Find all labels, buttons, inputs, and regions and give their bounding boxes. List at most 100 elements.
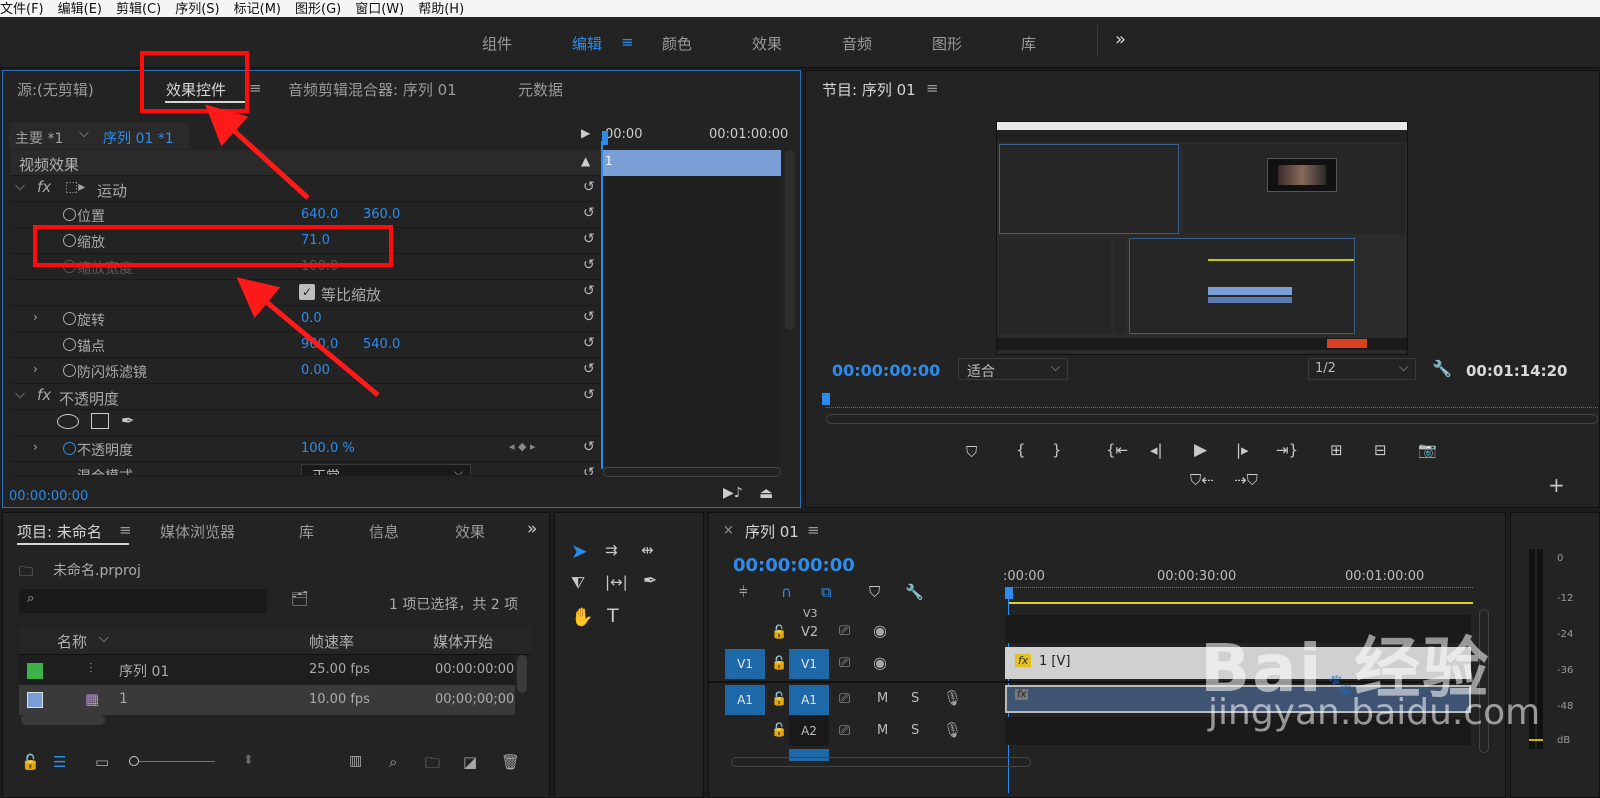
microphone-icon[interactable]: 🎙 xyxy=(943,721,962,739)
menu-clip[interactable]: 剪辑(C) xyxy=(116,3,161,17)
fx-icon[interactable]: fx xyxy=(37,386,51,404)
keyframe-nav-icon[interactable]: ◂ ◆ ▸ xyxy=(509,440,536,453)
lock-icon[interactable]: 🔓 xyxy=(771,692,787,707)
workspace-graphics[interactable]: 图形 xyxy=(932,33,962,54)
timeline-scrollbar-horizontal[interactable] xyxy=(731,757,1031,767)
overwrite-icon[interactable]: ⇢⛉ xyxy=(1234,471,1258,489)
table-row[interactable]: ⫶ 序列 01 25.00 fps 00:00:00:00 xyxy=(19,655,515,685)
prop-row-blend[interactable]: 混合模式 正常 ⌵ ↺ xyxy=(11,462,601,476)
tab-source[interactable]: 源:(无剪辑) xyxy=(17,79,94,100)
mark-out-icon[interactable]: } xyxy=(1052,441,1062,459)
sequence-label[interactable]: 序列 01 *1 xyxy=(103,128,174,148)
track-select-tool-icon[interactable]: ⇉ xyxy=(605,541,618,559)
tab-metadata[interactable]: 元数据 xyxy=(518,79,563,100)
insert-icon[interactable]: ⛉⇠ xyxy=(1190,471,1214,489)
rectangle-mask-icon[interactable] xyxy=(91,413,109,429)
reset-icon[interactable]: ↺ xyxy=(583,465,595,475)
zoom-slider-handle[interactable] xyxy=(129,756,139,766)
tab-effects[interactable]: 效果 xyxy=(455,521,485,542)
sync-lock-icon[interactable]: ⎚ xyxy=(839,655,850,671)
zoom-slider-track[interactable] xyxy=(139,761,215,762)
reset-icon[interactable]: ↺ xyxy=(583,361,595,377)
menu-help[interactable]: 帮助(H) xyxy=(418,3,464,17)
mark-in-icon[interactable]: { xyxy=(1016,441,1026,459)
ripple-edit-tool-icon[interactable]: ⇹ xyxy=(641,541,654,559)
new-bin-from-search-icon[interactable]: 🗂 xyxy=(291,591,309,607)
prop-row-opacity[interactable]: › 不透明度 100.0 % ◂ ◆ ▸ ↺ xyxy=(11,436,601,462)
project-scrollbar-vertical[interactable] xyxy=(517,655,527,693)
resolution-select[interactable]: 1/2 ⌵ xyxy=(1308,358,1416,380)
step-forward-icon[interactable]: |▸ xyxy=(1236,441,1249,459)
stopwatch-icon[interactable] xyxy=(63,364,76,377)
reset-icon[interactable]: ↺ xyxy=(583,257,595,273)
workspace-effects[interactable]: 效果 xyxy=(752,33,782,54)
chevron-right-icon[interactable]: › xyxy=(33,310,38,324)
go-to-in-icon[interactable]: {⇤ xyxy=(1106,441,1128,459)
sync-lock-icon[interactable]: ⎚ xyxy=(839,623,850,639)
camera-icon[interactable]: 📷 xyxy=(1418,441,1437,459)
timeline-timecode[interactable]: 00:00:00:00 xyxy=(733,555,855,576)
menu-window[interactable]: 窗口(W) xyxy=(355,3,404,17)
program-monitor-title[interactable]: 节目: 序列 01 xyxy=(822,79,916,100)
sync-lock-icon[interactable]: ⎚ xyxy=(839,691,850,707)
reset-icon[interactable]: ↺ xyxy=(583,335,595,351)
stopwatch-icon[interactable] xyxy=(63,208,76,221)
source-patch-v1[interactable]: V1 xyxy=(725,649,765,679)
reset-icon[interactable]: ↺ xyxy=(583,439,595,455)
slip-tool-icon[interactable]: |↔| xyxy=(605,573,628,591)
prop-value-rotation[interactable]: 0.0 xyxy=(301,311,322,326)
workspace-more-icon[interactable]: » xyxy=(1115,29,1126,50)
prop-value-y[interactable]: 360.0 xyxy=(363,207,400,222)
label-color-swatch[interactable] xyxy=(27,663,43,679)
wrench-icon[interactable]: 🔧 xyxy=(1432,359,1452,378)
icon-view-icon[interactable]: ▭ xyxy=(95,753,109,771)
find-icon[interactable]: ⌕ xyxy=(389,753,397,771)
workspace-audio[interactable]: 音频 xyxy=(842,33,872,54)
timeline-playhead[interactable] xyxy=(1005,587,1013,599)
track-label-v3[interactable]: V3 xyxy=(803,607,818,620)
linked-selection-icon[interactable]: ⧉ xyxy=(821,583,832,601)
master-label[interactable]: 主要 *1 xyxy=(15,128,63,148)
table-row[interactable]: ▦ 1 10.00 fps 00;00;00;00 xyxy=(19,685,515,715)
export-frame-icon[interactable]: ⏏ xyxy=(759,484,773,502)
new-item-icon[interactable]: ◪ xyxy=(463,753,477,771)
chevron-right-icon[interactable]: › xyxy=(33,440,38,454)
work-area-bar[interactable] xyxy=(1009,602,1473,604)
lock-icon[interactable]: 🔓 xyxy=(771,625,787,640)
add-button-icon[interactable]: + xyxy=(1548,473,1565,497)
pen-tool-icon[interactable]: ✒ xyxy=(643,571,657,591)
reset-icon[interactable]: ↺ xyxy=(583,231,595,247)
play-icon[interactable]: ▶ xyxy=(1194,440,1207,460)
razor-tool-icon[interactable]: ⧨ xyxy=(571,573,585,593)
tab-media-browser[interactable]: 媒体浏览器 xyxy=(160,521,235,542)
opacity-effect-row[interactable]: ⌵ fx 不透明度 ↺ xyxy=(11,384,601,410)
fit-select[interactable]: 适合 ⌵ xyxy=(958,358,1068,380)
menu-file[interactable]: 文件(F) xyxy=(0,3,44,17)
tab-audio-clip-mixer[interactable]: 音频剪辑混合器: 序列 01 xyxy=(288,79,457,100)
chevron-down-icon[interactable]: ⌵ xyxy=(15,179,25,194)
solo-button[interactable]: S xyxy=(911,691,919,706)
fx-icon[interactable]: fx xyxy=(37,178,51,196)
chevron-right-icon[interactable]: › xyxy=(33,362,38,376)
trash-icon[interactable]: 🗑 xyxy=(501,753,520,771)
add-marker-icon[interactable]: ⛉ xyxy=(966,443,977,461)
scrollbar-horizontal[interactable] xyxy=(603,467,781,477)
lock-icon[interactable]: 🔓 xyxy=(771,723,787,738)
video-preview[interactable] xyxy=(996,121,1408,355)
reset-icon[interactable]: ↺ xyxy=(583,283,595,299)
mute-button[interactable]: M xyxy=(877,723,888,738)
list-view-icon[interactable]: ☰ xyxy=(53,753,66,771)
program-zoom-bar[interactable] xyxy=(826,414,1598,424)
stopwatch-active-icon[interactable] xyxy=(63,442,76,455)
motion-effect-row[interactable]: ⌵ fx ⬚▸ 运动 ↺ xyxy=(11,176,601,202)
source-patch-a1[interactable]: A1 xyxy=(725,685,765,715)
automate-to-sequence-icon[interactable]: ▥ xyxy=(349,753,362,769)
eye-icon[interactable]: ◉ xyxy=(873,621,887,640)
new-bin-icon[interactable]: 🗀 xyxy=(425,753,440,778)
extract-icon[interactable]: ⊟ xyxy=(1374,441,1387,459)
checkbox-checked-icon[interactable]: ✓ xyxy=(299,284,315,300)
sort-icon[interactable]: ⬍ xyxy=(243,753,254,768)
prop-row-uniform-scale[interactable]: ✓ 等比缩放 ↺ xyxy=(11,280,601,306)
tab-menu-icon[interactable]: ≡ xyxy=(926,79,939,97)
tab-menu-icon[interactable]: ≡ xyxy=(249,79,262,97)
